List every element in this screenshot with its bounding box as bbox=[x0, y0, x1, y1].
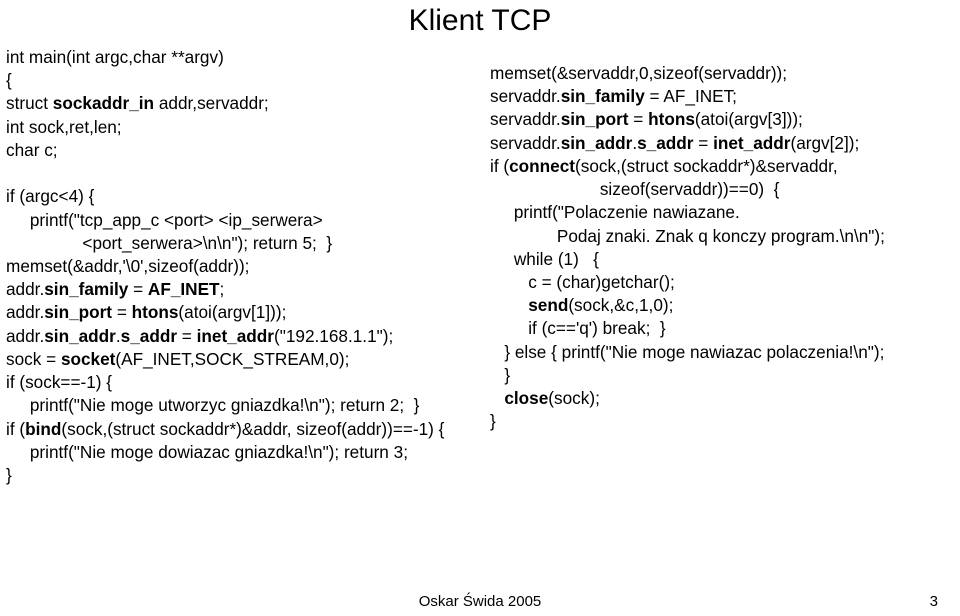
page: Klient TCP int main(int argc,char **argv… bbox=[0, 0, 960, 616]
code-keyword: htons bbox=[648, 109, 695, 129]
code-line: (sock,(struct sockaddr*)&addr, sizeof(ad… bbox=[61, 419, 444, 439]
code-line: memset(&servaddr,0,sizeof(servaddr)); bbox=[490, 63, 787, 83]
code-line: if ( bbox=[6, 419, 25, 439]
code-line: = bbox=[629, 109, 649, 129]
code-keyword: inet_addr bbox=[713, 133, 790, 153]
page-number: 3 bbox=[930, 593, 938, 610]
code-line: } bbox=[490, 411, 496, 431]
code-line: } bbox=[490, 365, 510, 385]
code-line: addr. bbox=[6, 279, 44, 299]
code-line: addr. bbox=[6, 326, 44, 346]
code-line: while (1) { bbox=[490, 249, 599, 269]
code-line: <port_serwera>\n\n"); return 5; } bbox=[6, 233, 332, 253]
code-line: } else { printf("Nie moge nawiazac polac… bbox=[490, 342, 884, 362]
code-line: servaddr. bbox=[490, 86, 561, 106]
right-code-column: memset(&servaddr,0,sizeof(servaddr)); se… bbox=[490, 62, 960, 434]
code-keyword: bind bbox=[25, 419, 61, 439]
code-keyword: sin_family bbox=[44, 279, 128, 299]
code-keyword: send bbox=[528, 295, 568, 315]
code-keyword: AF_INET bbox=[148, 279, 220, 299]
code-line: = bbox=[694, 133, 714, 153]
code-line: Podaj znaki. Znak q konczy program.\n\n"… bbox=[490, 226, 885, 246]
code-line: struct bbox=[6, 93, 53, 113]
code-line bbox=[490, 295, 528, 315]
code-line: char c; bbox=[6, 140, 58, 160]
code-line: servaddr. bbox=[490, 133, 561, 153]
code-keyword: s_addr bbox=[637, 133, 693, 153]
code-line: printf("Nie moge dowiazac gniazdka!\n");… bbox=[6, 442, 408, 462]
code-line: = AF_INET; bbox=[645, 86, 737, 106]
code-line: } bbox=[6, 465, 12, 485]
code-line: (atoi(argv[3])); bbox=[695, 109, 803, 129]
code-line: memset(&addr,'\0',sizeof(addr)); bbox=[6, 256, 249, 276]
code-line: ("192.168.1.1"); bbox=[274, 326, 393, 346]
code-line bbox=[490, 388, 504, 408]
code-line: = bbox=[177, 326, 197, 346]
code-keyword: close bbox=[504, 388, 548, 408]
code-line: { bbox=[6, 70, 12, 90]
code-keyword: inet_addr bbox=[197, 326, 274, 346]
code-keyword: s_addr bbox=[121, 326, 177, 346]
code-line: int main(int argc,char **argv) bbox=[6, 47, 224, 67]
code-line: (sock,&c,1,0); bbox=[568, 295, 673, 315]
code-line: int sock,ret,len; bbox=[6, 117, 122, 137]
code-line: addr. bbox=[6, 302, 44, 322]
code-line: ; bbox=[220, 279, 225, 299]
code-line: if ( bbox=[490, 156, 509, 176]
code-line: c = (char)getchar(); bbox=[490, 272, 675, 292]
slide-title: Klient TCP bbox=[0, 4, 960, 38]
footer-author: Oskar Świda 2005 bbox=[0, 593, 960, 610]
code-line: if (argc<4) { bbox=[6, 186, 94, 206]
code-line: sizeof(servaddr))==0) { bbox=[490, 179, 779, 199]
code-keyword: htons bbox=[132, 302, 179, 322]
code-line: printf("Nie moge utworzyc gniazdka!\n");… bbox=[6, 395, 419, 415]
code-line: (sock,(struct sockaddr*)&servaddr, bbox=[575, 156, 838, 176]
code-line: if (sock==-1) { bbox=[6, 372, 112, 392]
code-line: sock = bbox=[6, 349, 61, 369]
code-line: (sock); bbox=[548, 388, 600, 408]
code-line: = bbox=[112, 302, 132, 322]
code-keyword: sockaddr_in bbox=[53, 93, 154, 113]
code-keyword: connect bbox=[509, 156, 575, 176]
code-line: (atoi(argv[1])); bbox=[178, 302, 286, 322]
code-keyword: sin_port bbox=[561, 109, 629, 129]
code-line: printf("tcp_app_c <port> <ip_serwera> bbox=[6, 210, 323, 230]
code-keyword: sin_addr bbox=[44, 326, 116, 346]
code-line: = bbox=[128, 279, 148, 299]
code-line: printf("Polaczenie nawiazane. bbox=[490, 202, 740, 222]
code-line: (argv[2]); bbox=[790, 133, 859, 153]
code-keyword: sin_port bbox=[44, 302, 112, 322]
left-code-column: int main(int argc,char **argv) { struct … bbox=[6, 46, 486, 487]
code-keyword: sin_addr bbox=[561, 133, 633, 153]
code-line: addr,servaddr; bbox=[154, 93, 269, 113]
code-keyword: socket bbox=[61, 349, 115, 369]
code-keyword: sin_family bbox=[561, 86, 645, 106]
code-line: servaddr. bbox=[490, 109, 561, 129]
code-line: if (c=='q') break; } bbox=[490, 318, 666, 338]
code-line: (AF_INET,SOCK_STREAM,0); bbox=[115, 349, 349, 369]
